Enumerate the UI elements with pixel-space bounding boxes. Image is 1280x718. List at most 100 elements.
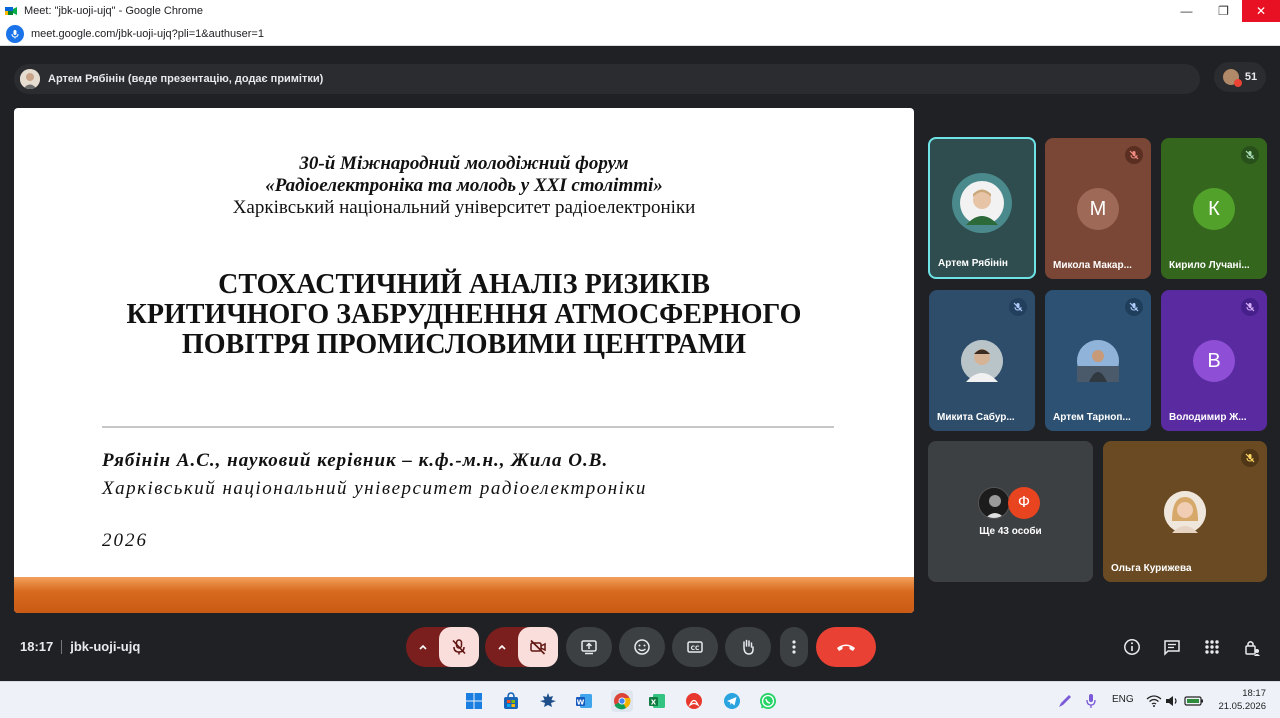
participant-photo-avatar bbox=[1077, 340, 1119, 382]
whatsapp-icon[interactable] bbox=[757, 690, 779, 712]
info-icon bbox=[1124, 639, 1140, 655]
participant-avatar-icon bbox=[1222, 69, 1242, 87]
participant-tile[interactable]: Артем Тарноп... bbox=[1045, 290, 1151, 431]
word-icon[interactable]: W bbox=[573, 690, 595, 712]
window-controls: — ❐ ✕ bbox=[1168, 0, 1280, 22]
clock-date: 21.05.2026 bbox=[1218, 701, 1266, 712]
meeting-details-button[interactable] bbox=[1120, 635, 1144, 659]
separator bbox=[61, 639, 63, 654]
avatar-stack: Ф bbox=[978, 487, 1040, 519]
slide-footer-band bbox=[14, 577, 914, 613]
participant-name: Микола Макар... bbox=[1053, 260, 1132, 271]
windows-start-icon[interactable] bbox=[463, 690, 485, 712]
participant-tile[interactable]: К Кирило Лучані... bbox=[1161, 138, 1267, 279]
participant-count: 51 bbox=[1244, 71, 1258, 83]
chevron-up-icon[interactable] bbox=[406, 627, 440, 667]
reactions-button[interactable] bbox=[619, 627, 665, 667]
store-icon[interactable] bbox=[500, 690, 522, 712]
mic-off-icon bbox=[1241, 449, 1259, 467]
svg-text:CC: CC bbox=[691, 645, 700, 652]
participant-name: Володимир Ж... bbox=[1169, 412, 1247, 423]
meet-favicon-icon bbox=[4, 4, 18, 18]
battery-icon[interactable] bbox=[1183, 690, 1205, 712]
mic-off-icon bbox=[1241, 146, 1259, 164]
end-call-icon bbox=[837, 644, 855, 651]
camera-off-icon bbox=[530, 639, 546, 655]
restore-icon[interactable]: ❐ bbox=[1205, 0, 1242, 22]
camera-toggle-button[interactable] bbox=[518, 627, 558, 667]
apps-grid-icon bbox=[1205, 640, 1219, 654]
svg-text:W: W bbox=[577, 698, 585, 706]
excel-icon[interactable]: X bbox=[646, 690, 668, 712]
presenter-banner[interactable]: Артем Рябінін (веде презентацію, додає п… bbox=[14, 64, 1200, 94]
more-participants-text: Ще 43 особи bbox=[979, 526, 1042, 537]
telegram-icon[interactable] bbox=[721, 690, 743, 712]
participant-photo-avatar bbox=[961, 340, 1003, 382]
system-clock[interactable]: 18:17 21.05.2026 bbox=[1210, 687, 1266, 713]
slide-university: Харківський національний університет рад… bbox=[102, 478, 647, 499]
microphone-tray-icon[interactable] bbox=[1080, 690, 1102, 712]
participants-button[interactable]: 51 bbox=[1214, 62, 1266, 92]
participant-name: Артем Рябінін bbox=[938, 258, 1008, 269]
mic-control-group bbox=[406, 627, 479, 667]
raise-hand-button[interactable] bbox=[725, 627, 771, 667]
chevron-up-icon[interactable] bbox=[485, 627, 519, 667]
captions-button[interactable]: CC bbox=[672, 627, 718, 667]
forum-line-1: 30-й Міжнародний молодіжний форум bbox=[299, 153, 629, 174]
participant-name: Кирило Лучані... bbox=[1169, 260, 1250, 271]
pen-icon[interactable] bbox=[1054, 690, 1076, 712]
leave-call-button[interactable] bbox=[816, 627, 876, 667]
slide-year: 2026 bbox=[102, 530, 148, 551]
minimize-icon[interactable]: — bbox=[1168, 0, 1205, 22]
chat-button[interactable] bbox=[1160, 635, 1184, 659]
input-language[interactable]: ENG bbox=[1112, 694, 1134, 705]
forum-heading: 30-й Міжнародний молодіжний форум «Радіо… bbox=[14, 153, 914, 219]
presentation-slide: 30-й Міжнародний молодіжний форум «Радіо… bbox=[14, 108, 914, 613]
more-options-button[interactable] bbox=[780, 627, 808, 667]
address-bar[interactable]: meet.google.com/jbk-uoji-ujq?pli=1&authu… bbox=[0, 22, 1280, 46]
meet-side-controls bbox=[1120, 635, 1264, 659]
participant-initial-avatar: В bbox=[1193, 340, 1235, 382]
slide-title-line-3: ПОВІТРЯ ПРОМИСЛОВИМИ ЦЕНТРАМИ bbox=[181, 329, 747, 360]
lock-person-icon bbox=[1245, 641, 1260, 656]
participant-tile[interactable]: Микита Сабур... bbox=[929, 290, 1035, 431]
mic-off-icon bbox=[452, 639, 466, 655]
participant-name: Ольга Курижева bbox=[1111, 563, 1192, 574]
camera-control-group bbox=[485, 627, 558, 667]
captions-icon: CC bbox=[687, 641, 703, 653]
meeting-info: 18:17 jbk-uoji-ujq bbox=[20, 639, 140, 654]
participant-photo-avatar bbox=[978, 487, 1010, 519]
chrome-icon[interactable] bbox=[611, 690, 633, 712]
browser-titlebar: Meet: "jbk-uoji-ujq" - Google Chrome — ❐… bbox=[0, 0, 1280, 22]
activities-button[interactable] bbox=[1200, 635, 1224, 659]
mic-off-icon bbox=[1125, 146, 1143, 164]
slide-divider bbox=[102, 426, 834, 428]
participant-photo-avatar bbox=[952, 173, 1012, 233]
acrobat-icon[interactable] bbox=[683, 690, 705, 712]
mic-off-icon bbox=[1125, 298, 1143, 316]
participant-tile[interactable]: М Микола Макар... bbox=[1045, 138, 1151, 279]
participant-name: Артем Тарноп... bbox=[1053, 412, 1131, 423]
window-title: Meet: "jbk-uoji-ujq" - Google Chrome bbox=[24, 5, 203, 17]
participant-tile-active[interactable]: Артем Рябінін bbox=[928, 137, 1036, 279]
more-participants-tile[interactable]: Ф Ще 43 особи bbox=[928, 441, 1093, 582]
presenter-text: Артем Рябінін (веде презентацію, додає п… bbox=[48, 73, 324, 85]
host-controls-button[interactable] bbox=[1240, 635, 1264, 659]
present-screen-icon bbox=[581, 640, 597, 655]
mic-off-icon bbox=[1009, 298, 1027, 316]
volume-icon[interactable] bbox=[1161, 690, 1183, 712]
hand-icon bbox=[743, 639, 754, 655]
participant-tile[interactable]: В Володимир Ж... bbox=[1161, 290, 1267, 431]
present-screen-button[interactable] bbox=[566, 627, 612, 667]
maple-leaf-app-icon[interactable] bbox=[537, 690, 559, 712]
url-text: meet.google.com/jbk-uoji-ujq?pli=1&authu… bbox=[31, 27, 264, 40]
close-icon[interactable]: ✕ bbox=[1242, 0, 1280, 22]
mic-toggle-button[interactable] bbox=[439, 627, 479, 667]
slide-title-line-2: КРИТИЧНОГО ЗАБРУДНЕННЯ АТМОСФЕРНОГО bbox=[126, 299, 802, 330]
emoji-icon bbox=[634, 639, 650, 655]
more-vert-icon bbox=[792, 640, 796, 654]
meeting-code: jbk-uoji-ujq bbox=[70, 639, 141, 654]
participant-initial-avatar: Ф bbox=[1008, 487, 1040, 519]
forum-line-2: «Радіоелектроніка та молодь у XXI століт… bbox=[265, 175, 663, 196]
participant-tile[interactable]: Ольга Курижева bbox=[1103, 441, 1267, 582]
